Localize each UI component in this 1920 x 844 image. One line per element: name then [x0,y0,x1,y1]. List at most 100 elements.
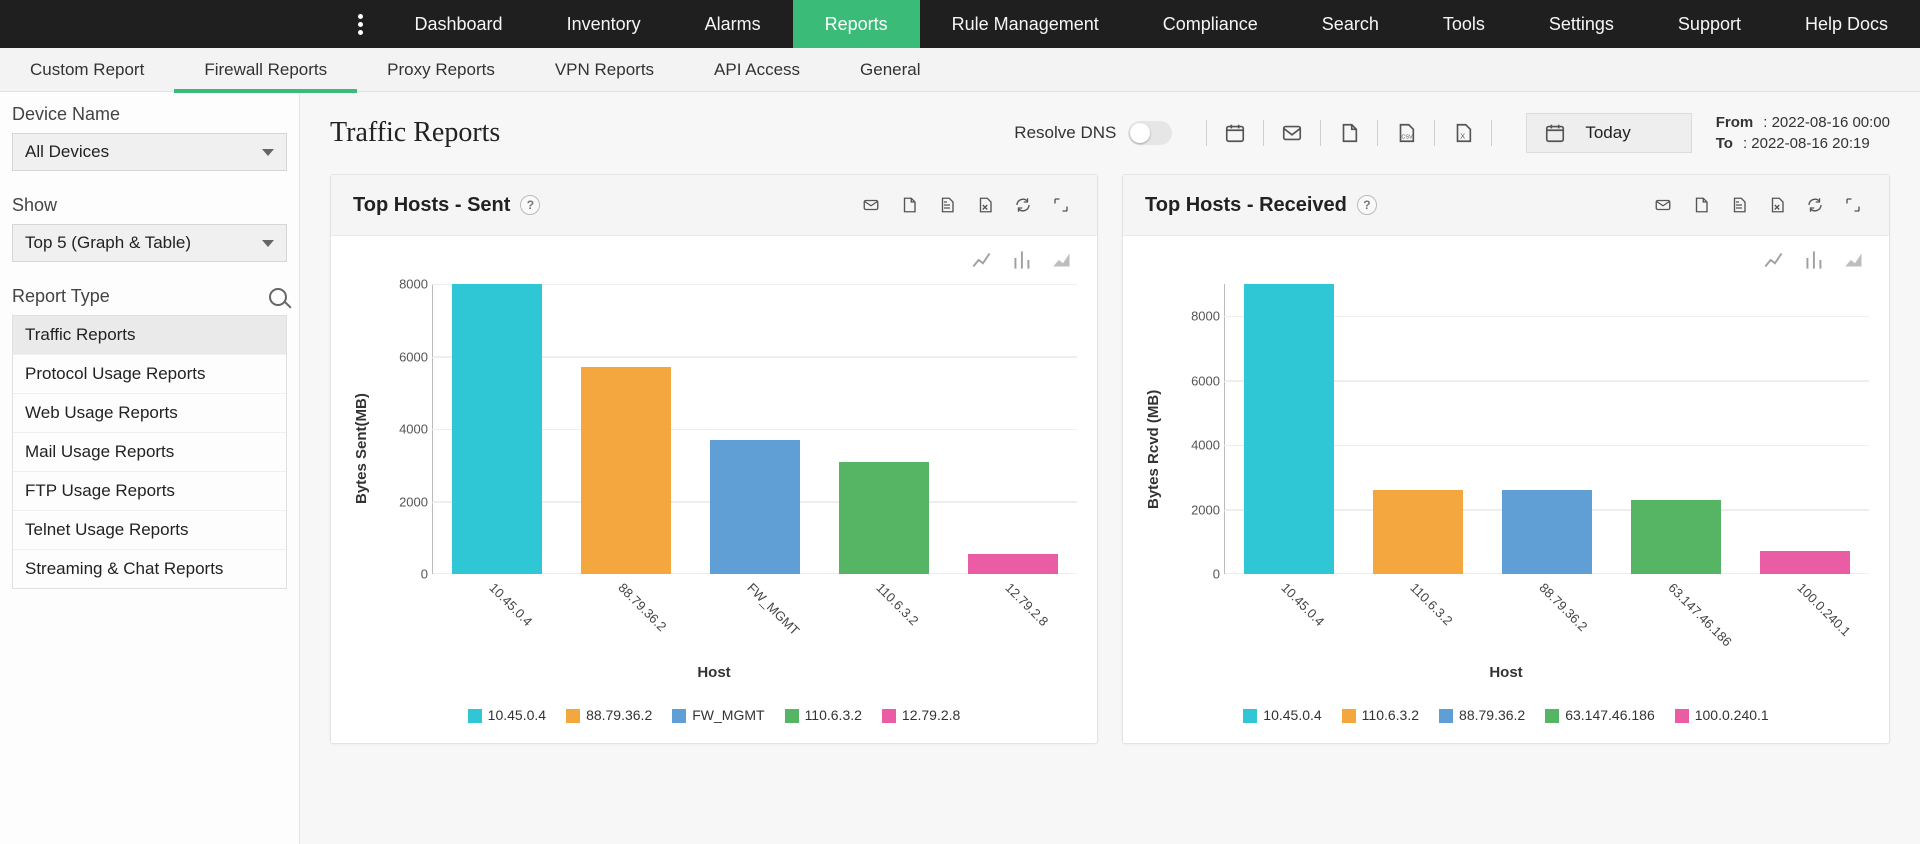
bar[interactable] [710,440,800,574]
line-chart-icon[interactable] [1761,246,1789,274]
subnav-vpn-reports[interactable]: VPN Reports [525,48,684,92]
bar[interactable] [839,462,929,574]
show-select-value: Top 5 (Graph & Table) [25,233,191,253]
topnav-dashboard[interactable]: Dashboard [383,0,535,48]
schedule-icon[interactable] [1221,119,1249,147]
topnav-reports[interactable]: Reports [793,0,920,48]
report-type-label: Report Type [12,286,287,307]
mail-icon[interactable] [1278,119,1306,147]
topnav-rule-management[interactable]: Rule Management [920,0,1131,48]
xls-icon[interactable] [1763,191,1791,219]
csv-icon[interactable]: CSV [1392,119,1420,147]
report-type-item[interactable]: Traffic Reports [13,316,286,355]
bar[interactable] [1631,500,1721,574]
expand-icon[interactable] [1047,191,1075,219]
bar[interactable] [452,284,542,574]
y-tick: 8000 [1164,309,1220,324]
subnav-proxy-reports[interactable]: Proxy Reports [357,48,525,92]
xls-icon[interactable]: X [1449,119,1477,147]
caret-down-icon [262,240,274,247]
legend-item[interactable]: 110.6.3.2 [785,707,862,723]
topnav-tools[interactable]: Tools [1411,0,1517,48]
report-type-item[interactable]: Streaming & Chat Reports [13,550,286,588]
mail-icon[interactable] [1649,191,1677,219]
legend-item[interactable]: 63.147.46.186 [1545,707,1655,723]
bar[interactable] [581,367,671,574]
x-tick: 10.45.0.4 [1278,580,1327,629]
pdf-icon[interactable] [1335,119,1363,147]
legend-item[interactable]: 10.45.0.4 [1243,707,1321,723]
y-tick: 0 [372,567,428,582]
x-tick: 110.6.3.2 [873,580,921,628]
line-chart-icon[interactable] [969,246,997,274]
x-tick: 100.0.240.1 [1794,580,1853,639]
legend-item[interactable]: 88.79.36.2 [1439,707,1525,723]
page-title: Traffic Reports [330,117,500,149]
legend-item[interactable]: FW_MGMT [672,707,764,723]
topnav-support[interactable]: Support [1646,0,1773,48]
xls-icon[interactable] [971,191,999,219]
report-type-item[interactable]: Mail Usage Reports [13,433,286,472]
subnav-firewall-reports[interactable]: Firewall Reports [174,48,357,92]
doc-icon[interactable] [1725,191,1753,219]
pdf-icon[interactable] [895,191,923,219]
report-type-item[interactable]: Protocol Usage Reports [13,355,286,394]
topnav-compliance[interactable]: Compliance [1131,0,1290,48]
topnav-help-docs[interactable]: Help Docs [1773,0,1920,48]
report-type-item[interactable]: Telnet Usage Reports [13,511,286,550]
refresh-icon[interactable] [1009,191,1037,219]
y-tick: 2000 [372,494,428,509]
doc-icon[interactable] [933,191,961,219]
bar[interactable] [1373,490,1463,574]
svg-text:X: X [1461,132,1466,141]
report-type-item[interactable]: Web Usage Reports [13,394,286,433]
pdf-icon[interactable] [1687,191,1715,219]
x-tick: 110.6.3.2 [1407,580,1455,628]
legend-item[interactable]: 110.6.3.2 [1342,707,1419,723]
x-tick: 88.79.36.2 [615,580,669,634]
refresh-icon[interactable] [1801,191,1829,219]
legend-item[interactable]: 88.79.36.2 [566,707,652,723]
bar-chart-icon[interactable] [1009,246,1037,274]
area-chart-icon[interactable] [1049,246,1077,274]
x-tick: 63.147.46.186 [1665,580,1734,649]
date-preset-select[interactable]: Today [1526,113,1691,153]
date-from-label: From [1716,114,1754,131]
mail-icon[interactable] [857,191,885,219]
topnav-alarms[interactable]: Alarms [673,0,793,48]
legend-item[interactable]: 12.79.2.8 [882,707,960,723]
resolve-dns-toggle[interactable] [1128,121,1172,145]
x-axis-label: Host [1143,664,1869,681]
card-header: Top Hosts - Sent ? [331,175,1097,236]
bar[interactable] [968,554,1058,574]
subnav-api-access[interactable]: API Access [684,48,830,92]
bar[interactable] [1244,284,1334,574]
area-chart-icon[interactable] [1841,246,1869,274]
expand-icon[interactable] [1839,191,1867,219]
report-type-text: Report Type [12,286,110,307]
subnav-general[interactable]: General [830,48,950,92]
legend-item[interactable]: 10.45.0.4 [468,707,546,723]
sidebar: Device Name All Devices Show Top 5 (Grap… [0,92,300,844]
topnav-search[interactable]: Search [1290,0,1411,48]
kebab-menu-icon[interactable] [338,11,383,38]
help-icon[interactable]: ? [1357,195,1377,215]
bar[interactable] [1502,490,1592,574]
date-to-label: To [1716,135,1733,152]
search-icon[interactable] [269,288,287,306]
card-header: Top Hosts - Received ? [1123,175,1889,236]
topnav-settings[interactable]: Settings [1517,0,1646,48]
legend-item[interactable]: 100.0.240.1 [1675,707,1769,723]
report-type-item[interactable]: FTP Usage Reports [13,472,286,511]
device-select[interactable]: All Devices [12,133,287,171]
chart-legend: 10.45.0.4 88.79.36.2 FW_MGMT 110.6.3.2 12.79… [351,707,1077,723]
bar[interactable] [1760,551,1850,574]
subnav-custom-report[interactable]: Custom Report [0,48,174,92]
card-title-text: Top Hosts - Received [1145,194,1347,217]
chart-received: 0200040006000800010.45.0.4110.6.3.288.79… [1164,284,1869,614]
help-icon[interactable]: ? [520,195,540,215]
topnav-inventory[interactable]: Inventory [535,0,673,48]
calendar-icon [1541,119,1569,147]
show-select[interactable]: Top 5 (Graph & Table) [12,224,287,262]
bar-chart-icon[interactable] [1801,246,1829,274]
